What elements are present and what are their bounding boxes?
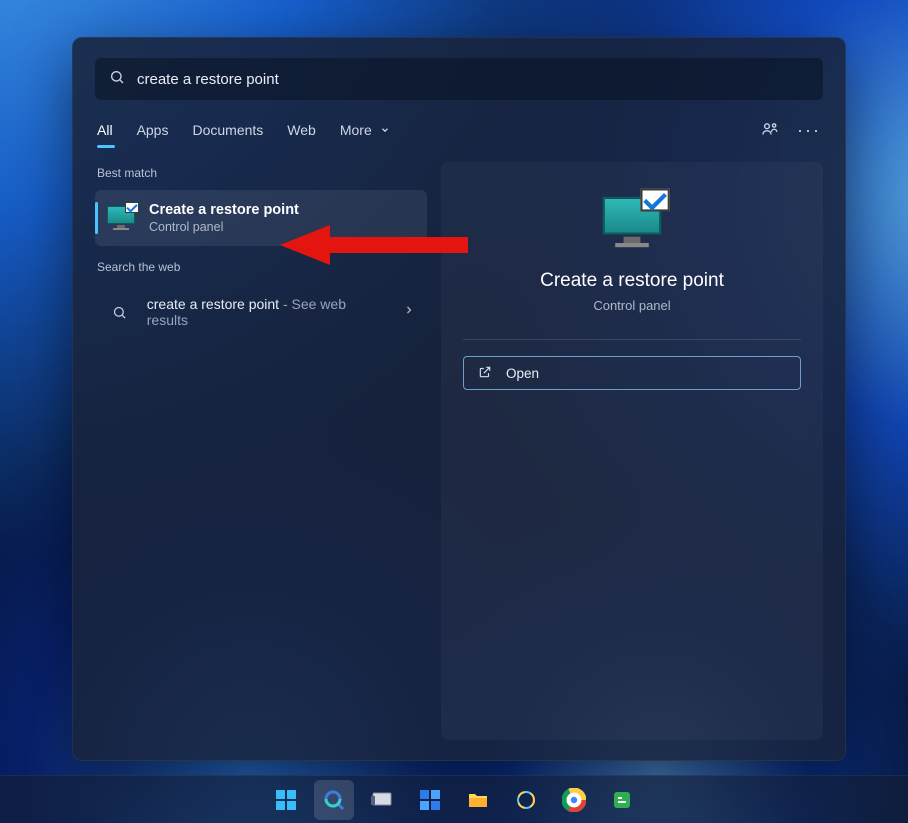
search-icon <box>107 305 133 320</box>
chevron-right-icon <box>403 303 415 321</box>
result-subtitle: Control panel <box>149 220 299 234</box>
results-list: Best match Create a restore point Contro… <box>95 162 427 740</box>
detail-subtitle: Control panel <box>593 298 670 313</box>
tab-apps[interactable]: Apps <box>137 116 169 148</box>
control-panel-icon <box>107 206 135 230</box>
web-result-text: create a restore point - See web results <box>147 296 389 328</box>
open-button[interactable]: Open <box>463 356 801 390</box>
tab-web[interactable]: Web <box>287 116 316 148</box>
chevron-down-icon <box>380 125 390 135</box>
more-options-button[interactable]: ··· <box>797 121 821 139</box>
search-input[interactable] <box>137 71 809 88</box>
taskbar-widgets-button[interactable] <box>410 780 450 820</box>
taskbar-start-button[interactable] <box>266 780 306 820</box>
result-web-search[interactable]: create a restore point - See web results <box>95 284 427 340</box>
taskbar-app-1[interactable] <box>506 780 546 820</box>
taskbar-chrome[interactable] <box>554 780 594 820</box>
taskbar-app-2[interactable] <box>602 780 642 820</box>
result-create-restore-point[interactable]: Create a restore point Control panel <box>95 190 427 246</box>
result-detail-pane: Create a restore point Control panel Ope… <box>441 162 823 740</box>
tab-more[interactable]: More <box>340 116 390 148</box>
result-title: Create a restore point <box>149 202 299 218</box>
section-best-match: Best match <box>97 166 427 180</box>
sign-in-icon[interactable] <box>761 121 779 144</box>
section-search-web: Search the web <box>97 260 427 274</box>
search-bar[interactable] <box>95 58 823 100</box>
detail-title: Create a restore point <box>540 270 724 292</box>
start-search-panel: All Apps Documents Web More ··· <box>72 37 846 761</box>
open-external-icon <box>478 365 492 382</box>
taskbar-taskview-button[interactable] <box>362 780 402 820</box>
taskbar-file-explorer[interactable] <box>458 780 498 820</box>
taskbar-search-button[interactable] <box>314 780 354 820</box>
web-result-query: create a restore point <box>147 296 279 312</box>
detail-icon <box>618 196 646 254</box>
taskbar <box>0 775 908 823</box>
search-icon <box>109 69 125 90</box>
divider <box>463 339 801 340</box>
tab-all[interactable]: All <box>97 116 113 148</box>
tab-documents[interactable]: Documents <box>192 116 263 148</box>
tab-more-label: More <box>340 122 372 138</box>
open-button-label: Open <box>506 366 539 381</box>
search-tabs-row: All Apps Documents Web More ··· <box>95 116 823 148</box>
